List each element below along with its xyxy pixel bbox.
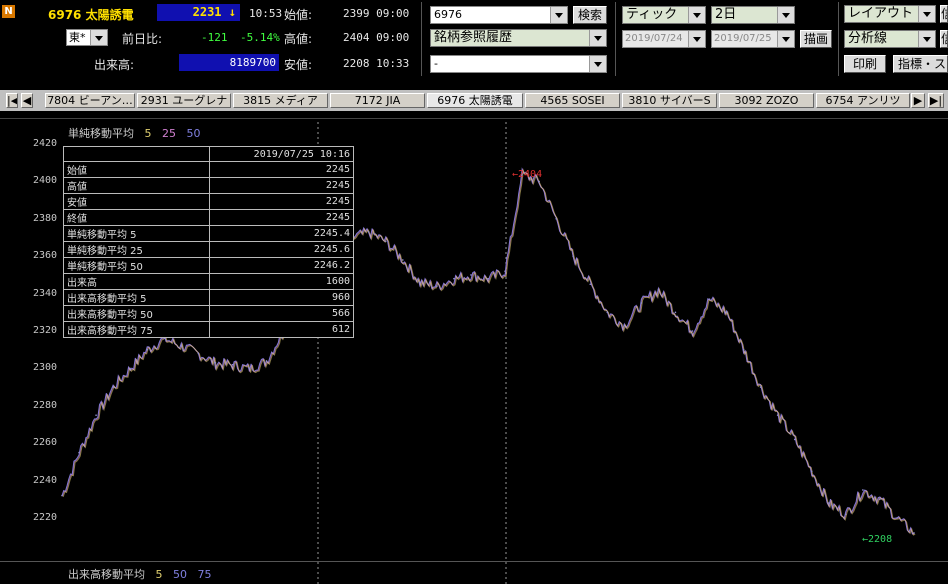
data-point (384, 240, 387, 243)
volume-header: 出来高移動平均 5 50 75 (68, 566, 212, 582)
data-point (265, 360, 268, 362)
tooltip-key: 安値 (63, 193, 210, 210)
data-point (589, 283, 592, 286)
tooltip-key: 単純移動平均 50 (63, 257, 210, 274)
data-point (759, 386, 762, 388)
data-point (572, 255, 574, 257)
data-point (725, 311, 728, 314)
data-point (657, 289, 660, 291)
data-point (487, 277, 489, 280)
data-point (862, 489, 864, 491)
low-annotation: ←2208 (862, 534, 893, 545)
tooltip-value: 2245.4 (209, 225, 354, 242)
data-point (674, 311, 677, 314)
data-point (623, 324, 626, 327)
tooltip-key: 始値 (63, 161, 210, 178)
data-point (555, 218, 557, 220)
data-point (708, 298, 711, 301)
data-point (197, 352, 200, 355)
tooltip-key: 単純移動平均 5 (63, 225, 210, 242)
data-point (95, 414, 97, 416)
high-annotation: ←2404 (512, 169, 543, 180)
vma-period-50: 50 (173, 568, 187, 581)
tooltip-key: 終値 (63, 209, 210, 226)
data-point (470, 274, 472, 276)
tooltip-value: 566 (209, 305, 354, 322)
data-point (845, 513, 847, 516)
tooltip-key: 出来高移動平均 50 (63, 305, 210, 322)
data-point (810, 470, 813, 473)
data-point (606, 311, 609, 314)
data-point (742, 348, 745, 351)
tooltip-key: 出来高移動平均 75 (63, 321, 210, 338)
data-point (538, 180, 540, 183)
vma-title: 出来高移動平均 (68, 568, 145, 581)
data-point (78, 451, 80, 454)
tooltip-key: 出来高移動平均 5 (63, 289, 210, 306)
data-point (402, 259, 404, 261)
tooltip-datetime: 2019/07/25 10:16 (209, 146, 354, 162)
tooltip-key: 単純移動平均 25 (63, 241, 210, 258)
tooltip-value: 2245 (209, 161, 354, 178)
tooltip-key: 高値 (63, 177, 210, 194)
data-point (436, 285, 438, 287)
data-point (453, 277, 455, 280)
data-point (180, 345, 183, 347)
data-point (112, 386, 114, 388)
vma-period-5: 5 (155, 568, 163, 581)
tooltip-value: 1600 (209, 273, 354, 290)
data-point (231, 363, 234, 366)
tooltip-value: 2245 (209, 177, 354, 194)
data-point (248, 367, 251, 370)
data-point (913, 532, 915, 534)
tooltip-value: 2245 (209, 193, 354, 210)
data-point (367, 231, 370, 233)
data-point (691, 330, 694, 332)
data-point (828, 502, 830, 504)
tooltip-value: 2246.2 (209, 257, 354, 274)
data-point (129, 367, 131, 370)
tooltip-value: 2245.6 (209, 241, 354, 258)
data-point (61, 494, 63, 497)
data-point (419, 281, 421, 284)
data-point (776, 414, 779, 416)
data-point (504, 270, 506, 272)
data-tooltip: 2019/07/25 10:16 始値 2245 高値 2245 安値 2245 終値 224… (63, 146, 354, 338)
data-point (896, 517, 898, 519)
tooltip-value: 612 (209, 321, 354, 338)
tooltip-key: 出来高 (63, 273, 210, 290)
data-point (793, 438, 796, 441)
data-point (146, 348, 148, 351)
tooltip-corner (63, 146, 210, 162)
tooltip-value: 960 (209, 289, 354, 306)
vma-period-75: 75 (197, 568, 212, 581)
data-point (640, 302, 643, 304)
volume-separator (0, 561, 948, 562)
data-point (214, 361, 217, 364)
data-point (879, 498, 881, 501)
tooltip-value: 2245 (209, 209, 354, 226)
